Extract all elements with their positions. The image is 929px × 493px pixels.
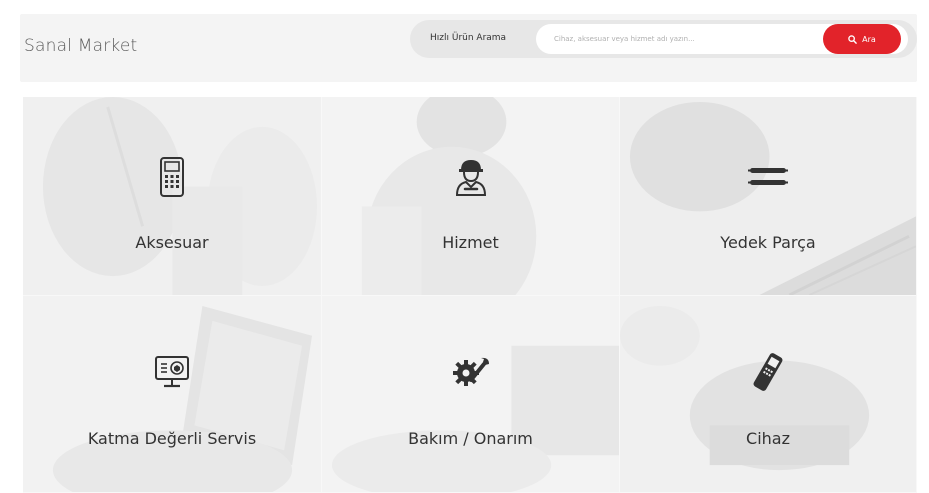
- category-tile-cihaz[interactable]: Cihaz: [620, 296, 917, 493]
- category-tile-katma-degerli-servis[interactable]: Katma Değerli Servis: [23, 296, 322, 493]
- brand-title[interactable]: Sanal Market: [24, 36, 137, 56]
- category-tile-aksesuar[interactable]: Aksesuar: [23, 97, 322, 296]
- category-label: Aksesuar: [135, 233, 209, 252]
- tile-background-image: [322, 296, 619, 492]
- category-grid: Aksesuar Hizmet Yedek Parça Katma Değerl…: [23, 97, 917, 493]
- rollers-icon: [746, 155, 790, 199]
- category-label: Yedek Parça: [720, 233, 816, 252]
- search-bar: Hızlı Ürün Arama Ara: [410, 20, 917, 58]
- search-button-label: Ara: [862, 34, 876, 44]
- monitor-box-icon: [150, 350, 194, 394]
- gear-wrench-icon: [449, 350, 493, 394]
- pos-terminal-icon: [150, 155, 194, 199]
- category-label: Bakım / Onarım: [408, 429, 533, 448]
- category-tile-bakim-onarim[interactable]: Bakım / Onarım: [322, 296, 620, 493]
- category-tile-hizmet[interactable]: Hizmet: [322, 97, 620, 296]
- tile-background-image: [23, 296, 321, 492]
- search-button[interactable]: Ara: [823, 24, 901, 54]
- card-terminal-icon: [746, 350, 790, 394]
- technician-icon: [449, 155, 493, 199]
- category-label: Cihaz: [746, 429, 790, 448]
- category-tile-yedek-parca[interactable]: Yedek Parça: [620, 97, 917, 296]
- search-label: Hızlı Ürün Arama: [430, 33, 507, 43]
- category-label: Hizmet: [442, 233, 499, 252]
- top-bar: Sanal Market Hızlı Ürün Arama Ara: [20, 14, 917, 82]
- category-label: Katma Değerli Servis: [87, 429, 257, 448]
- search-icon: [848, 34, 857, 44]
- tile-background-image: [620, 296, 916, 492]
